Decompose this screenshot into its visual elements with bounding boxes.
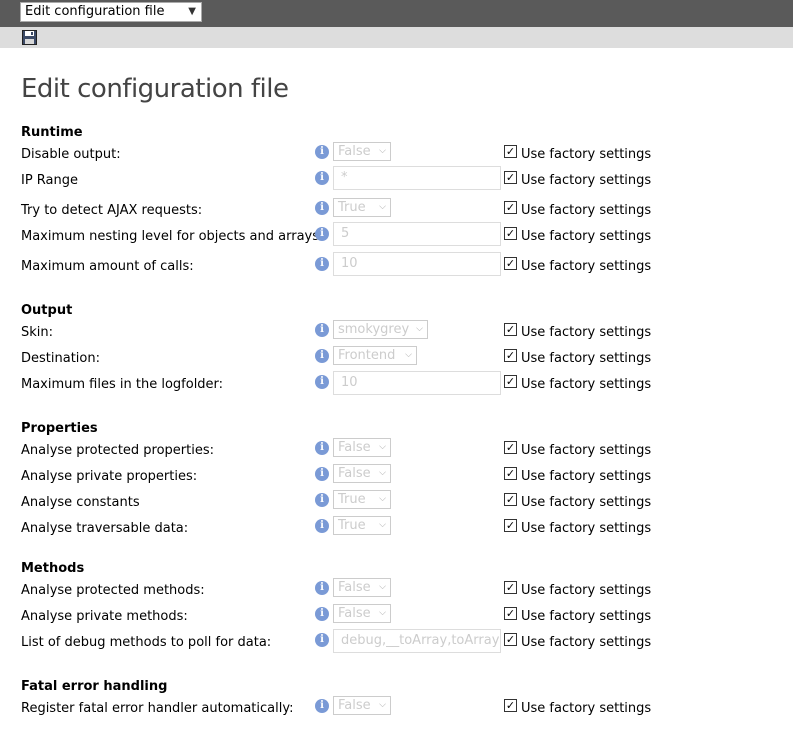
factory-checkbox[interactable]: ✓: [504, 493, 517, 506]
info-icon[interactable]: i: [315, 375, 329, 389]
save-icon[interactable]: [22, 30, 37, 45]
info-icon[interactable]: i: [315, 699, 329, 713]
view-select-value: Edit configuration file: [25, 4, 165, 19]
chevron-down-icon: ▼: [188, 6, 196, 17]
factory-label: Use factory settings: [521, 377, 652, 392]
info-icon[interactable]: i: [315, 493, 329, 507]
factory-label: Use factory settings: [521, 259, 652, 274]
label-ip-range: IP Range: [21, 173, 79, 188]
select-destination[interactable]: Frontend ⌵: [333, 346, 417, 365]
select-protected-methods[interactable]: False ⌵: [333, 578, 391, 597]
toolbar: [0, 27, 793, 48]
label-max-nesting: Maximum nesting level for objects and ar…: [21, 229, 324, 244]
info-icon[interactable]: i: [315, 227, 329, 241]
factory-checkbox[interactable]: ✓: [504, 581, 517, 594]
factory-checkbox[interactable]: ✓: [504, 227, 517, 240]
factory-label: Use factory settings: [521, 443, 652, 458]
info-icon[interactable]: i: [315, 633, 329, 647]
factory-label: Use factory settings: [521, 583, 652, 598]
select-disable-output[interactable]: False ⌵: [333, 142, 391, 161]
input-max-calls[interactable]: 10: [333, 252, 501, 276]
factory-label: Use factory settings: [521, 173, 652, 188]
factory-label: Use factory settings: [521, 495, 652, 510]
info-icon[interactable]: i: [315, 519, 329, 533]
factory-label: Use factory settings: [521, 701, 652, 716]
select-traversable[interactable]: True ⌵: [333, 516, 391, 535]
label-private-props: Analyse private properties:: [21, 469, 198, 484]
label-traversable: Analyse traversable data:: [21, 521, 189, 536]
factory-checkbox[interactable]: ✓: [504, 375, 517, 388]
factory-checkbox[interactable]: ✓: [504, 467, 517, 480]
factory-label: Use factory settings: [521, 325, 652, 340]
section-properties: Properties: [21, 421, 98, 436]
factory-label: Use factory settings: [521, 203, 652, 218]
label-detect-ajax: Try to detect AJAX requests:: [21, 203, 203, 218]
label-destination: Destination:: [21, 351, 100, 366]
info-icon[interactable]: i: [315, 171, 329, 185]
factory-label: Use factory settings: [521, 469, 652, 484]
select-protected-props[interactable]: False ⌵: [333, 438, 391, 457]
factory-label: Use factory settings: [521, 351, 652, 366]
info-icon[interactable]: i: [315, 349, 329, 363]
select-skin[interactable]: smokygrey ⌵: [333, 320, 428, 339]
factory-checkbox[interactable]: ✓: [504, 633, 517, 646]
info-icon[interactable]: i: [315, 441, 329, 455]
input-debug-methods[interactable]: debug,__toArray,toArray: [333, 629, 501, 653]
label-debug-methods: List of debug methods to poll for data:: [21, 635, 272, 650]
info-icon[interactable]: i: [315, 581, 329, 595]
info-icon[interactable]: i: [315, 257, 329, 271]
label-protected-methods: Analyse protected methods:: [21, 583, 205, 598]
factory-label: Use factory settings: [521, 609, 652, 624]
factory-label: Use factory settings: [521, 229, 652, 244]
factory-label: Use factory settings: [521, 147, 652, 162]
section-fatal: Fatal error handling: [21, 679, 168, 694]
factory-checkbox[interactable]: ✓: [504, 519, 517, 532]
info-icon[interactable]: i: [315, 467, 329, 481]
label-skin: Skin:: [21, 325, 54, 340]
label-private-methods: Analyse private methods:: [21, 609, 188, 624]
label-fatal-handler: Register fatal error handler automatical…: [21, 701, 294, 716]
factory-checkbox[interactable]: ✓: [504, 349, 517, 362]
info-icon[interactable]: i: [315, 607, 329, 621]
label-protected-props: Analyse protected properties:: [21, 443, 215, 458]
select-fatal-handler[interactable]: False ⌵: [333, 696, 391, 715]
input-max-files[interactable]: 10: [333, 371, 501, 395]
page-title: Edit configuration file: [21, 74, 289, 104]
factory-checkbox[interactable]: ✓: [504, 145, 517, 158]
factory-checkbox[interactable]: ✓: [504, 171, 517, 184]
factory-label: Use factory settings: [521, 635, 652, 650]
info-icon[interactable]: i: [315, 145, 329, 159]
factory-checkbox[interactable]: ✓: [504, 441, 517, 454]
factory-checkbox[interactable]: ✓: [504, 607, 517, 620]
factory-checkbox[interactable]: ✓: [504, 699, 517, 712]
view-select[interactable]: Edit configuration file ▼: [20, 2, 202, 22]
label-max-files: Maximum files in the logfolder:: [21, 377, 224, 392]
select-private-props[interactable]: False ⌵: [333, 464, 391, 483]
input-ip-range[interactable]: *: [333, 166, 501, 190]
select-private-methods[interactable]: False ⌵: [333, 604, 391, 623]
label-max-calls: Maximum amount of calls:: [21, 259, 194, 274]
label-disable-output: Disable output:: [21, 147, 121, 162]
select-constants[interactable]: True ⌵: [333, 490, 391, 509]
factory-label: Use factory settings: [521, 521, 652, 536]
input-max-nesting[interactable]: 5: [333, 222, 501, 246]
section-methods: Methods: [21, 561, 85, 576]
info-icon[interactable]: i: [315, 323, 329, 337]
section-output: Output: [21, 303, 73, 318]
select-detect-ajax[interactable]: True ⌵: [333, 198, 391, 217]
factory-checkbox[interactable]: ✓: [504, 201, 517, 214]
factory-checkbox[interactable]: ✓: [504, 323, 517, 336]
factory-checkbox[interactable]: ✓: [504, 257, 517, 270]
info-icon[interactable]: i: [315, 201, 329, 215]
section-runtime: Runtime: [21, 125, 83, 140]
label-constants: Analyse constants: [21, 495, 140, 510]
